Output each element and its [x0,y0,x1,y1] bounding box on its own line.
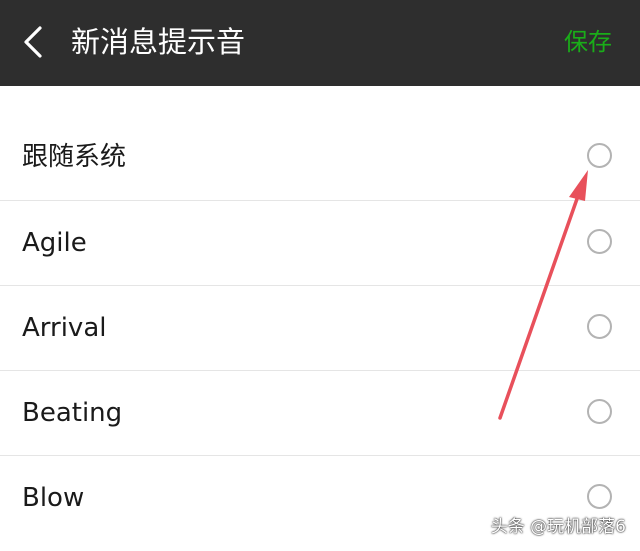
chevron-left-icon [24,26,42,58]
radio-button[interactable] [587,484,612,509]
radio-button[interactable] [587,143,612,168]
sound-option-agile[interactable]: Agile [0,200,640,285]
sound-option-beating[interactable]: Beating [0,370,640,455]
page-title: 新消息提示音 [71,25,246,59]
sound-option-arrival[interactable]: Arrival [0,285,640,370]
sound-settings-screen: 新消息提示音 保存 跟随系统 Agile Arrival Beating Blo… [0,0,640,551]
radio-button[interactable] [587,399,612,424]
sound-option-label: 跟随系统 [22,142,127,172]
sound-option-label: Agile [22,228,87,258]
sound-option-follow-system[interactable]: 跟随系统 [0,115,640,200]
sound-option-label: Blow [22,483,85,513]
radio-button[interactable] [587,229,612,254]
save-button[interactable]: 保存 [564,25,612,59]
top-bar: 新消息提示音 保存 [0,0,640,86]
sound-option-label: Beating [22,398,123,428]
sound-option-label: Arrival [22,313,107,343]
watermark: 头条 @玩机部落6 [490,517,626,537]
back-button[interactable] [14,21,56,63]
radio-button[interactable] [587,314,612,339]
sound-list: 跟随系统 Agile Arrival Beating Blow [0,115,640,540]
